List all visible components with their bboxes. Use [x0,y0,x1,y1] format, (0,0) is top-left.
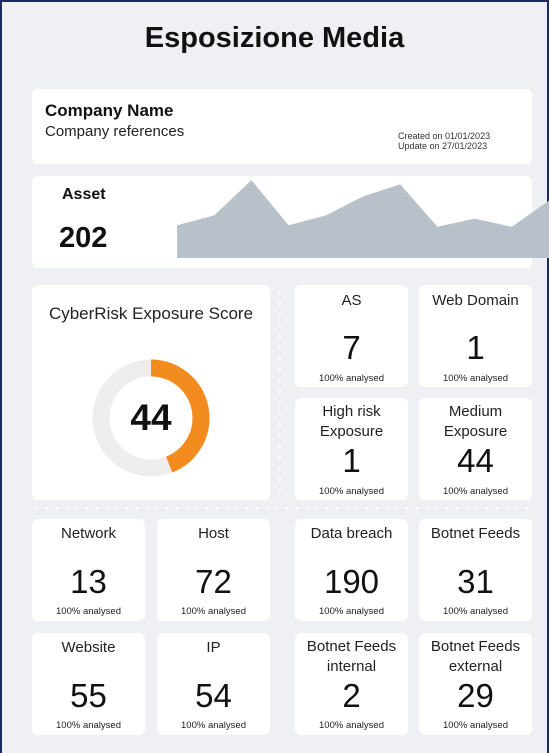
tile-label: Host [198,525,229,542]
tile-website[interactable]: Website 55 100% analysed [32,633,145,735]
score-title: CyberRisk Exposure Score [48,304,254,323]
tile-subtext: 100% analysed [319,606,384,617]
tile-label: Web Domain [432,292,519,309]
tile-label: High risk Exposure [319,403,384,440]
asset-value: 202 [59,222,108,254]
updated-date: Update on 27/01/2023 [398,141,488,151]
tile-value: 7 [342,329,361,366]
tile-label: IP [206,639,221,656]
tile-value: 55 [70,677,107,714]
tile-subtext: 100% analysed [181,606,246,617]
tile-value: 1 [466,329,485,366]
company-name: Company Name [45,101,174,120]
tile-subtext: 100% analysed [443,720,508,731]
tile-subtext: 100% analysed [443,373,508,384]
tile-label: Website [61,639,116,656]
tile-medium-exposure[interactable]: Medium Exposure 44 100% analysed [419,398,532,500]
divider-dots [278,287,281,497]
tile-network[interactable]: Network 13 100% analysed [32,519,145,621]
company-card: Company Name Company references Created … [32,89,532,164]
sparkline-area [177,180,549,258]
score-value: 44 [130,397,172,438]
company-references: Company references [45,123,185,140]
tile-label: Botnet Feeds external [430,638,521,675]
asset-card: Asset 202 [32,176,549,268]
page-title: Esposizione Media [144,22,405,54]
tile-subtext: 100% analysed [319,373,384,384]
tile-value: 2 [342,677,361,714]
tile-label: Network [60,525,116,542]
asset-label: Asset [62,186,106,203]
dashboard-frame: Esposizione Media Company Name Company r… [0,0,549,753]
tile-high-risk-exposure[interactable]: High risk Exposure 1 100% analysed [295,398,408,500]
tile-data-breach[interactable]: Data breach 190 100% analysed [295,519,408,621]
tile-value: 31 [457,563,494,600]
tile-value: 13 [70,563,107,600]
tile-subtext: 100% analysed [443,486,508,497]
tile-botnet-feeds-external[interactable]: Botnet Feeds external 29 100% analysed [419,633,532,735]
created-date: Created on 01/01/2023 [398,131,491,141]
tile-subtext: 100% analysed [319,486,384,497]
tile-value: 44 [457,442,494,479]
tile-label: Botnet Feeds internal [306,638,397,675]
tile-value: 1 [342,442,361,479]
tile-subtext: 100% analysed [319,720,384,731]
tile-label: Data breach [310,525,393,542]
divider-dots [32,507,532,510]
tile-ip[interactable]: IP 54 100% analysed [157,633,270,735]
report-dates: Created on 01/01/2023 Update on 27/01/20… [398,131,490,151]
tile-web-domain[interactable]: Web Domain 1 100% analysed [419,285,532,387]
asset-sparkline [177,180,549,258]
tile-botnet-feeds[interactable]: Botnet Feeds 31 100% analysed [419,519,532,621]
tile-label: AS [341,292,362,309]
tile-subtext: 100% analysed [181,720,246,731]
tile-value: 190 [323,563,380,600]
tile-label: Medium Exposure [443,403,508,440]
tile-as[interactable]: AS 7 100% analysed [295,285,408,387]
tile-host[interactable]: Host 72 100% analysed [157,519,270,621]
tile-label: Botnet Feeds [430,525,521,542]
tile-value: 29 [457,677,494,714]
tile-value: 72 [195,563,232,600]
tile-botnet-feeds-internal[interactable]: Botnet Feeds internal 2 100% analysed [295,633,408,735]
tile-subtext: 100% analysed [443,606,508,617]
score-card: CyberRisk Exposure Score 44 [32,285,270,500]
tile-subtext: 100% analysed [56,720,121,731]
tile-value: 54 [195,677,232,714]
tile-subtext: 100% analysed [56,606,121,617]
